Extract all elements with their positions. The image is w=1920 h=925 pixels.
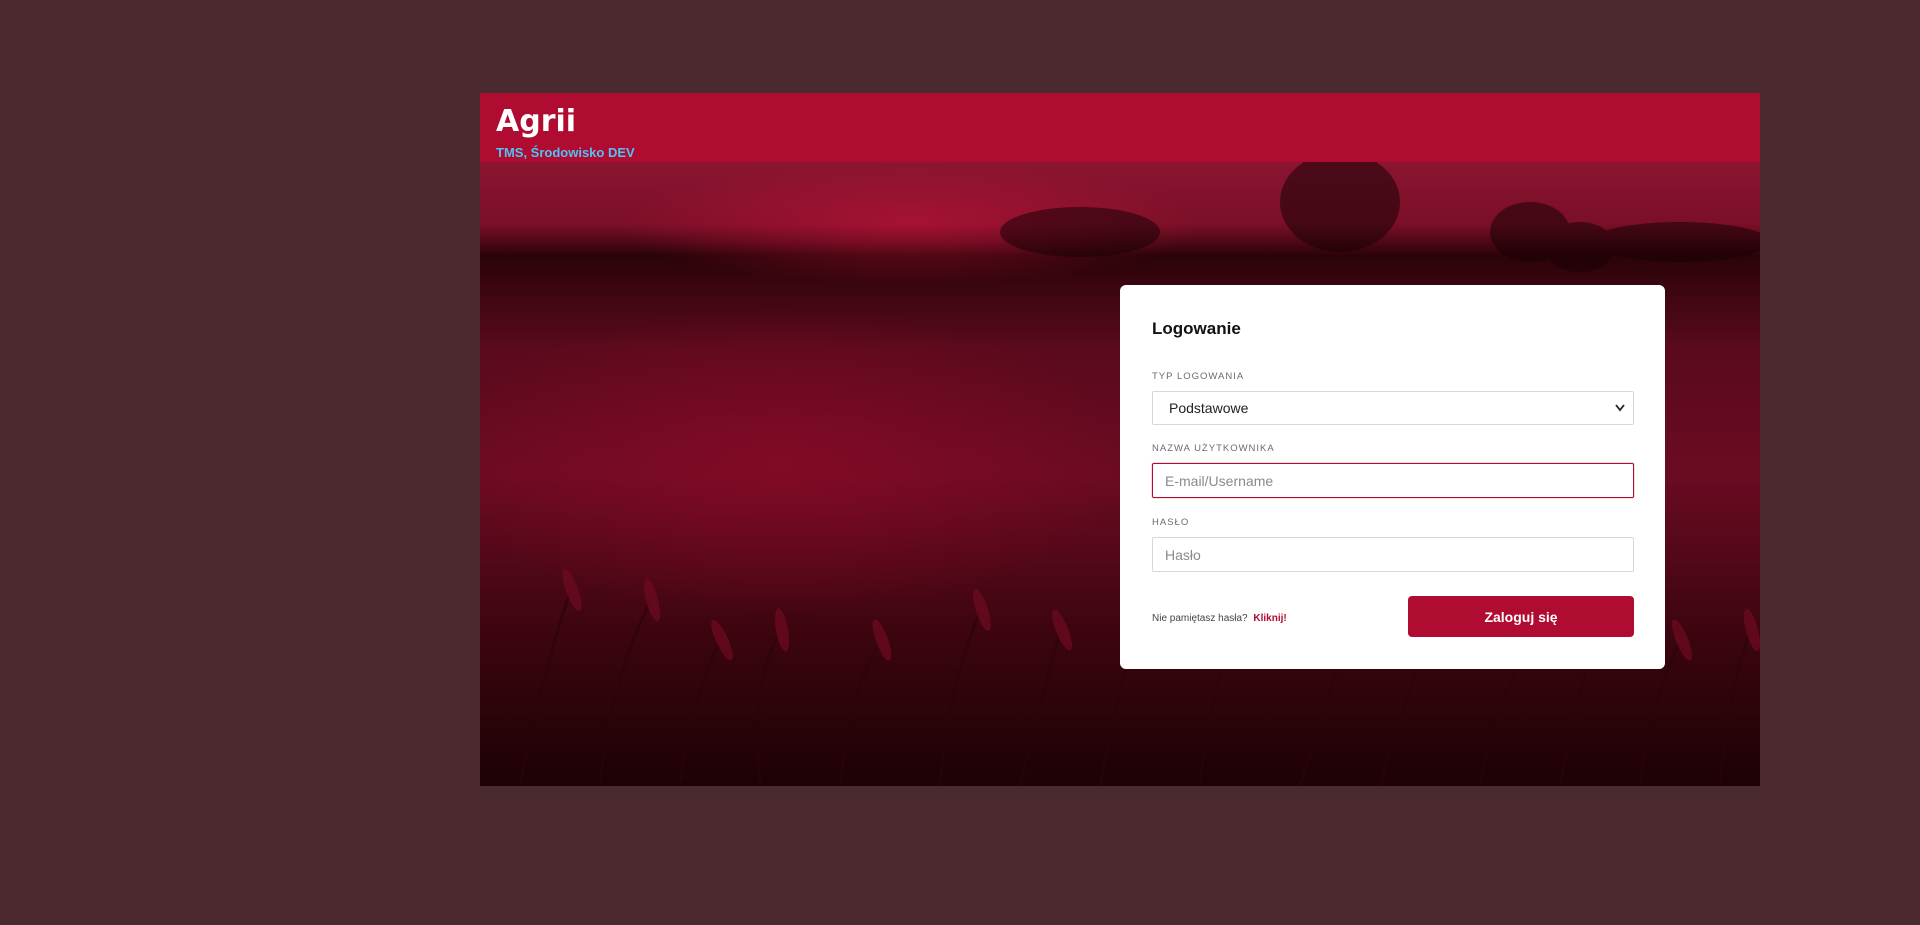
login-button[interactable]: Zaloguj się — [1408, 596, 1634, 637]
username-label: NAZWA UŻYTKOWNIKA — [1152, 443, 1275, 454]
username-input[interactable] — [1152, 463, 1634, 498]
environment-subtitle: TMS, Środowisko DEV — [496, 145, 635, 160]
app-frame: Agrii TMS, Środowisko DEV Logowanie TYP … — [480, 93, 1760, 786]
password-label: HASŁO — [1152, 517, 1190, 528]
chevron-down-icon — [1615, 392, 1625, 436]
login-title: Logowanie — [1152, 319, 1241, 338]
login-type-select[interactable]: Podstawowe — [1152, 391, 1634, 425]
forgot-password-text: Nie pamiętasz hasła? — [1152, 613, 1248, 624]
forgot-password-row: Nie pamiętasz hasła? Kliknij! — [1152, 613, 1287, 624]
forgot-password-link[interactable]: Kliknij! — [1253, 613, 1286, 624]
login-type-label: TYP LOGOWANIA — [1152, 371, 1245, 382]
login-type-selected-value: Podstawowe — [1169, 400, 1249, 416]
password-input[interactable] — [1152, 537, 1634, 572]
agrii-logo[interactable]: Agrii — [496, 105, 576, 139]
header-bar: Agrii TMS, Środowisko DEV — [480, 93, 1760, 162]
login-card: Logowanie TYP LOGOWANIA Podstawowe NAZWA… — [1120, 285, 1665, 669]
